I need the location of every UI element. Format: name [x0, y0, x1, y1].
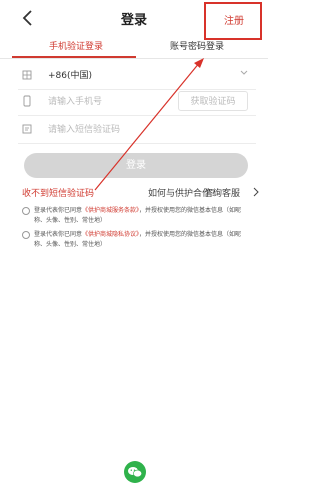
wechat-icon: [128, 467, 142, 478]
annotation-arrow: [94, 58, 204, 191]
wechat-login-button[interactable]: [124, 461, 146, 483]
